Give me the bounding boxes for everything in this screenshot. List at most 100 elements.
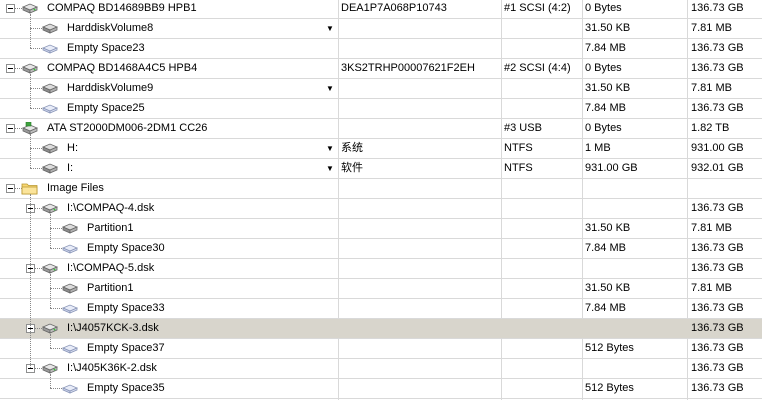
row-label: Empty Space37 — [87, 342, 165, 354]
collapse-toggle-icon[interactable] — [6, 4, 15, 13]
table-row[interactable]: Empty Space30 7.84 MB 136.73 GB — [0, 239, 762, 259]
row-label: HarddiskVolume8 — [67, 22, 154, 34]
size-cell: 7.84 MB — [585, 42, 626, 54]
table-row[interactable]: I: ▼ 软件 NTFS 931.00 GB 932.01 GB — [0, 159, 762, 179]
row-label: Partition1 — [87, 282, 134, 294]
size-cell — [585, 179, 685, 198]
serial-cell: 软件 — [341, 162, 363, 174]
row-label: Empty Space30 — [87, 242, 165, 254]
total-size-cell: 7.81 MB — [691, 82, 732, 94]
table-row[interactable]: Partition1 31.50 KB 7.81 MB — [0, 219, 762, 239]
collapse-toggle-icon[interactable] — [6, 124, 15, 133]
total-size-cell: 136.73 GB — [691, 102, 744, 114]
size-cell: 31.50 KB — [585, 222, 631, 234]
serial-cell — [341, 319, 499, 338]
size-cell — [585, 199, 685, 218]
bus-cell — [504, 259, 580, 278]
size-cell: 0 Bytes — [585, 62, 622, 74]
bus-cell — [504, 179, 580, 198]
serial-cell: 系统 — [341, 142, 363, 154]
total-size-cell: 136.73 GB — [691, 362, 744, 374]
name-cell: H: ▼ — [0, 139, 337, 158]
name-cell: I: ▼ — [0, 159, 337, 178]
total-size-cell: 1.82 TB — [691, 122, 730, 134]
total-size-cell: 136.73 GB — [691, 2, 744, 14]
table-row[interactable]: HarddiskVolume8 ▼ 31.50 KB 7.81 MB — [0, 19, 762, 39]
serial-cell — [341, 79, 499, 98]
table-row[interactable]: COMPAQ BD1468A4C5 HPB4 3KS2TRHP00007621F2… — [0, 59, 762, 79]
dropdown-arrow-icon[interactable]: ▼ — [326, 79, 334, 98]
row-label: Empty Space33 — [87, 302, 165, 314]
size-cell — [585, 259, 685, 278]
table-row[interactable]: COMPAQ BD14689BB9 HPB1 DEA1P7A068P10743 #1… — [0, 0, 762, 19]
table-row[interactable]: Empty Space35 512 Bytes 136.73 GB — [0, 379, 762, 399]
tree-guide-line — [50, 214, 51, 248]
size-cell: 0 Bytes — [585, 2, 622, 14]
table-row[interactable]: I:\J405K36K-2.dsk 136.73 GB — [0, 359, 762, 379]
tree-guide-line — [50, 334, 51, 348]
tree-guide-line — [50, 274, 51, 308]
size-cell: 931.00 GB — [585, 162, 638, 174]
table-row[interactable]: Partition1 31.50 KB 7.81 MB — [0, 279, 762, 299]
table-row[interactable]: I:\COMPAQ-5.dsk 136.73 GB — [0, 259, 762, 279]
empty-space-icon — [41, 42, 59, 58]
volume-icon — [61, 222, 79, 238]
total-size-cell: 136.73 GB — [691, 262, 744, 274]
total-size-cell: 932.01 GB — [691, 162, 744, 174]
serial-cell — [341, 219, 499, 238]
dropdown-arrow-icon[interactable]: ▼ — [326, 139, 334, 158]
name-cell: COMPAQ BD14689BB9 HPB1 — [0, 0, 337, 18]
empty-space-icon — [61, 242, 79, 258]
name-cell: HarddiskVolume9 ▼ — [0, 79, 337, 98]
collapse-toggle-icon[interactable] — [6, 64, 15, 73]
row-label: Empty Space23 — [67, 42, 145, 54]
total-size-cell: 7.81 MB — [691, 282, 732, 294]
total-size-cell: 7.81 MB — [691, 222, 732, 234]
row-label: I:\COMPAQ-4.dsk — [67, 202, 155, 214]
table-row[interactable]: Empty Space23 7.84 MB 136.73 GB — [0, 39, 762, 59]
name-cell: Empty Space23 — [0, 39, 337, 58]
table-row[interactable]: ATA ST2000DM006-2DM1 CC26 #3 USB 0 Bytes 1.… — [0, 119, 762, 139]
bus-cell — [504, 299, 580, 318]
serial-cell — [341, 379, 499, 398]
dropdown-arrow-icon[interactable]: ▼ — [326, 19, 334, 38]
table-row[interactable]: I:\COMPAQ-4.dsk 136.73 GB — [0, 199, 762, 219]
row-label: Partition1 — [87, 222, 134, 234]
size-cell: 1 MB — [585, 142, 611, 154]
empty-space-icon — [61, 382, 79, 398]
bus-cell — [504, 39, 580, 58]
row-label: I:\J405K36K-2.dsk — [67, 362, 157, 374]
total-size-cell: 136.73 GB — [691, 342, 744, 354]
collapse-toggle-icon[interactable] — [6, 184, 15, 193]
row-label: COMPAQ BD14689BB9 HPB1 — [47, 2, 197, 14]
bus-cell — [504, 199, 580, 218]
size-cell — [585, 319, 685, 338]
table-row[interactable]: H: ▼ 系统 NTFS 1 MB 931.00 GB — [0, 139, 762, 159]
serial-cell — [341, 99, 499, 118]
table-row[interactable]: I:\J4057KCK-3.dsk 136.73 GB — [0, 319, 762, 339]
volume-icon — [41, 82, 59, 98]
size-cell: 31.50 KB — [585, 22, 631, 34]
table-row[interactable]: Empty Space25 7.84 MB 136.73 GB — [0, 99, 762, 119]
table-row[interactable]: Empty Space37 512 Bytes 136.73 GB — [0, 339, 762, 359]
row-label: HarddiskVolume9 — [67, 82, 154, 94]
name-cell: HarddiskVolume8 ▼ — [0, 19, 337, 38]
bus-cell: NTFS — [504, 142, 533, 154]
total-size-cell: 136.73 GB — [691, 242, 744, 254]
disk-tree-grid: COMPAQ BD14689BB9 HPB1 DEA1P7A068P10743 #1… — [0, 0, 762, 400]
dropdown-arrow-icon[interactable]: ▼ — [326, 159, 334, 178]
table-row[interactable]: Empty Space33 7.84 MB 136.73 GB — [0, 299, 762, 319]
serial-cell — [341, 339, 499, 358]
table-row[interactable]: HarddiskVolume9 ▼ 31.50 KB 7.81 MB — [0, 79, 762, 99]
tree-guide-line — [30, 194, 31, 368]
bus-cell — [504, 239, 580, 258]
serial-cell — [341, 179, 499, 198]
table-row[interactable]: Image Files — [0, 179, 762, 199]
size-cell: 7.84 MB — [585, 102, 626, 114]
size-cell: 512 Bytes — [585, 382, 634, 394]
bus-cell: #2 SCSI (4:4) — [504, 62, 571, 74]
bus-cell: #3 USB — [504, 122, 542, 134]
serial-cell: 3KS2TRHP00007621F2EH — [341, 62, 475, 74]
row-label: H: — [67, 142, 78, 154]
total-size-cell: 136.73 GB — [691, 302, 744, 314]
